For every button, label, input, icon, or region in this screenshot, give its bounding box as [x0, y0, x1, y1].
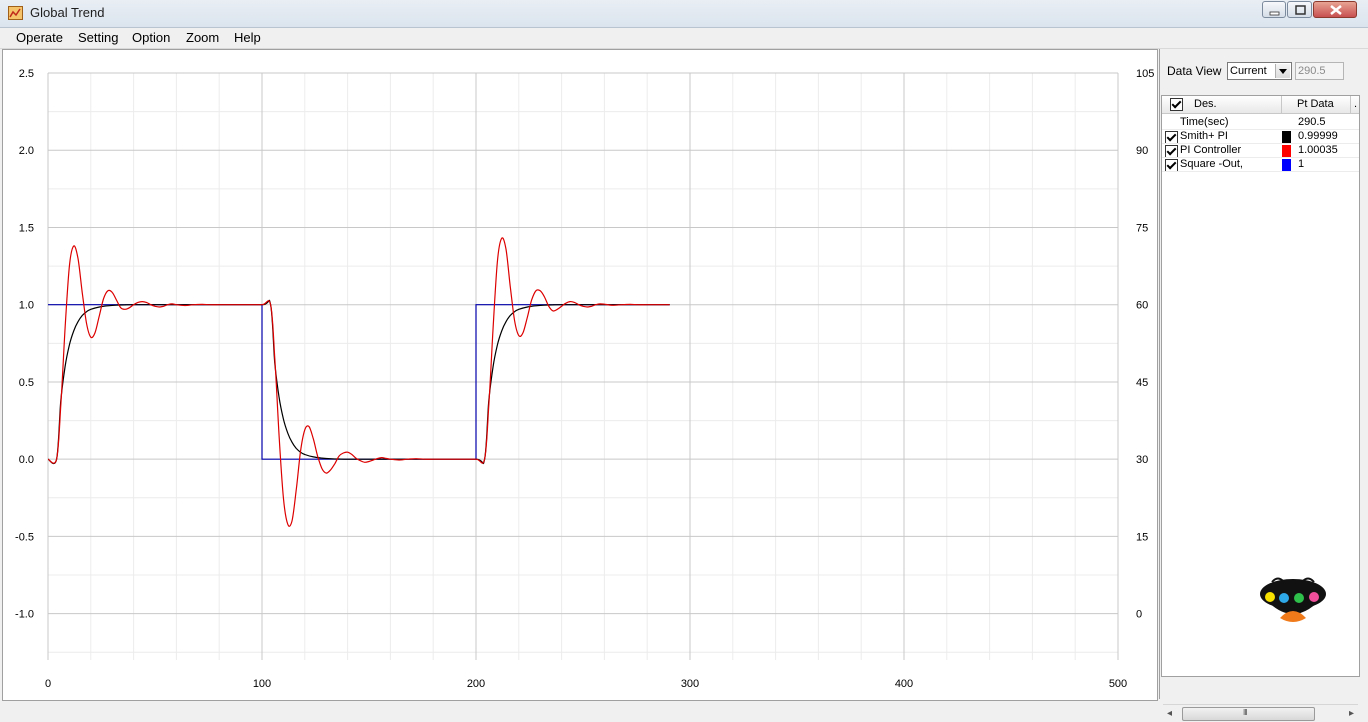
column-divider[interactable] — [1281, 96, 1282, 113]
pen-value: 0.99999 — [1298, 130, 1338, 142]
data-panel: Data View Current 290.5 Des. Pt Data . T… — [1159, 49, 1366, 722]
horizontal-scrollbar[interactable]: ◂ III ▸ — [1163, 704, 1358, 722]
x-tick-label: 300 — [681, 678, 699, 690]
data-view-select[interactable]: Current — [1227, 62, 1292, 80]
y2-tick-label: 0 — [1136, 609, 1142, 621]
pen-name: Square -Out, — [1180, 158, 1243, 170]
x-tick-label: 400 — [895, 678, 913, 690]
pen-name: Smith+ PI — [1180, 130, 1228, 142]
menu-option[interactable]: Option — [132, 30, 170, 45]
menu-bar: Operate Setting Option Zoom Help — [0, 28, 1368, 49]
column-more[interactable]: . — [1354, 98, 1357, 110]
pen-color-swatch — [1282, 159, 1291, 171]
y2-tick-label: 30 — [1136, 454, 1148, 466]
close-icon — [1330, 5, 1342, 15]
x-tick-label: 200 — [467, 678, 485, 690]
x-tick-label: 500 — [1109, 678, 1127, 690]
pen-name: PI Controller — [1180, 144, 1242, 156]
title-bar: Global Trend — [0, 0, 1368, 28]
data-view-value-field: 290.5 — [1295, 62, 1344, 80]
pen-color-swatch — [1282, 131, 1291, 143]
scroll-thumb[interactable] — [1182, 707, 1315, 721]
y2-tick-label: 90 — [1136, 145, 1148, 157]
trend-chart[interactable]: 2.5 2.0 1.5 1.0 0.5 0.0 -0.5 -1.0 105 90 75 60 45 30 1… — [2, 49, 1158, 701]
pen-table-header: Des. Pt Data . — [1162, 96, 1359, 114]
menu-operate[interactable]: Operate — [16, 30, 63, 45]
y2-tick-label: 15 — [1136, 531, 1148, 543]
data-view-label: Data View — [1167, 64, 1222, 78]
time-label: Time(sec) — [1180, 116, 1229, 128]
data-view-selected: Current — [1230, 65, 1267, 77]
scroll-right-icon[interactable]: ▸ — [1349, 708, 1354, 719]
pen-value: 1 — [1298, 158, 1305, 170]
mascot-logo — [1260, 577, 1326, 622]
pen-color-swatch — [1282, 145, 1291, 157]
minimize-button[interactable] — [1262, 1, 1286, 18]
y-tick-label: -0.5 — [15, 531, 34, 543]
scroll-grip-icon: III — [1243, 708, 1248, 717]
pen-value: 1.00035 — [1298, 144, 1338, 156]
menu-setting[interactable]: Setting — [78, 30, 118, 45]
chevron-down-icon[interactable] — [1275, 64, 1290, 78]
window-title: Global Trend — [30, 5, 105, 20]
y-tick-label: 2.5 — [19, 68, 34, 80]
y2-tick-label: 75 — [1136, 222, 1148, 234]
maximize-icon — [1295, 5, 1306, 15]
x-tick-label: 0 — [45, 678, 51, 690]
minimize-icon — [1269, 11, 1280, 16]
menu-zoom[interactable]: Zoom — [186, 30, 219, 45]
y-tick-label: 1.5 — [19, 222, 34, 234]
y-tick-label: 2.0 — [19, 145, 34, 157]
scroll-left-icon[interactable]: ◂ — [1167, 708, 1172, 719]
y2-tick-label: 105 — [1136, 68, 1154, 80]
maximize-button[interactable] — [1287, 1, 1312, 18]
x-tick-label: 100 — [253, 678, 271, 690]
y-tick-label: 0.0 — [19, 454, 34, 466]
row-divider — [1162, 171, 1359, 172]
column-divider[interactable] — [1350, 96, 1351, 113]
y-tick-label: 0.5 — [19, 377, 34, 389]
y-tick-label: -1.0 — [15, 609, 34, 621]
trend-chart-canvas[interactable]: 2.5 2.0 1.5 1.0 0.5 0.0 -0.5 -1.0 105 90 75 60 45 30 1… — [3, 50, 1157, 700]
menu-help[interactable]: Help — [234, 30, 261, 45]
column-des[interactable]: Des. — [1194, 98, 1217, 110]
close-button[interactable] — [1313, 1, 1357, 18]
select-all-checkbox[interactable] — [1170, 98, 1183, 111]
column-pt-data[interactable]: Pt Data — [1297, 98, 1334, 110]
time-value: 290.5 — [1298, 116, 1326, 128]
y2-tick-label: 60 — [1136, 300, 1148, 312]
y-tick-label: 1.0 — [19, 300, 34, 312]
y2-tick-label: 45 — [1136, 377, 1148, 389]
chart-icon — [8, 6, 23, 20]
